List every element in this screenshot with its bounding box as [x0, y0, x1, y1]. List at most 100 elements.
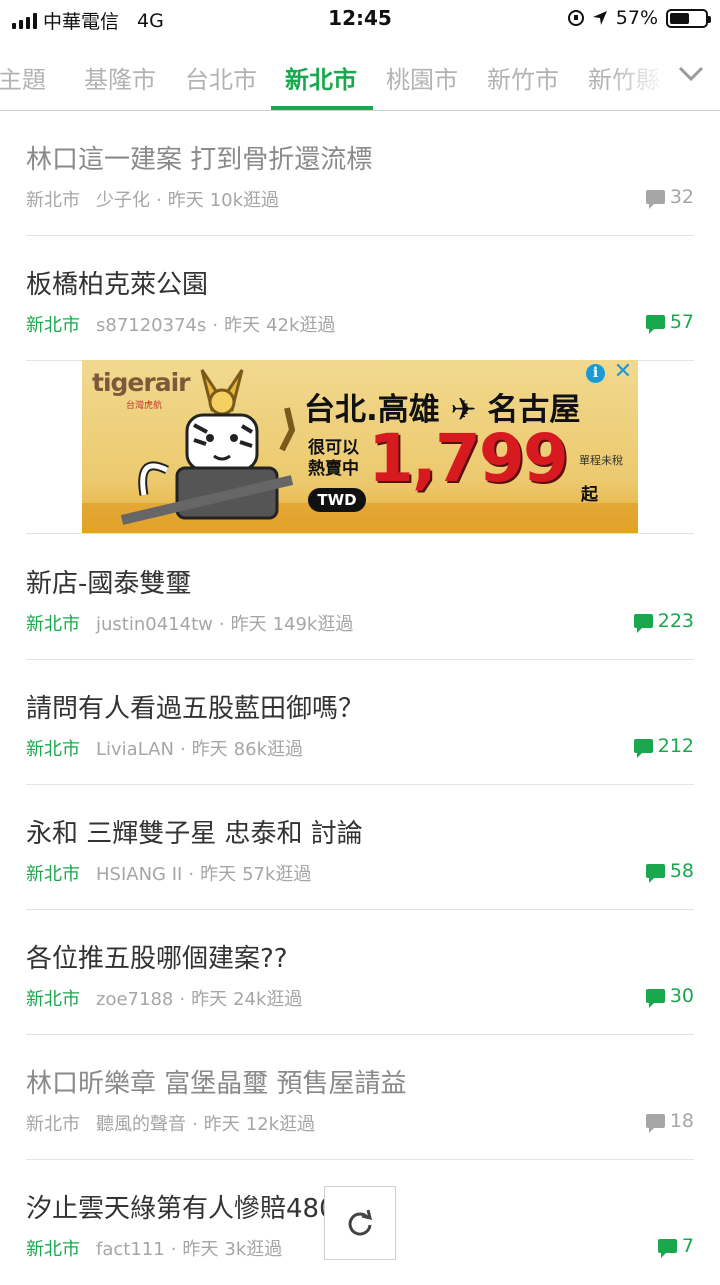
- close-icon[interactable]: ✕: [612, 361, 634, 383]
- post-item[interactable]: 林口昕樂章 富堡晶璽 預售屋請益 新北市 聽風的聲音 · 昨天 12k逛過 18: [26, 1035, 694, 1160]
- ad-currency-badge: TWD: [308, 488, 366, 512]
- comment-count-value: 58: [669, 860, 694, 882]
- post-title: 請問有人看過五股藍田御嗎？: [26, 694, 365, 724]
- comment-icon: [645, 864, 665, 883]
- meta-separator: ·: [188, 864, 195, 885]
- refresh-button[interactable]: [324, 1186, 396, 1260]
- post-views: 149k逛過: [272, 614, 354, 635]
- post-region: 新北市: [26, 190, 80, 211]
- meta-separator: ·: [170, 1239, 177, 1260]
- battery-icon: [666, 8, 711, 28]
- carrier-name: 中華電信: [43, 11, 120, 33]
- post-region: 新北市: [26, 1114, 80, 1135]
- meta-separator: ·: [156, 190, 162, 211]
- post-region: 新北市: [26, 739, 80, 760]
- post-item[interactable]: 請問有人看過五股藍田御嗎？ 新北市 LiviaLAN · 昨天 86k逛過 212: [26, 660, 694, 785]
- comment-icon: [645, 989, 665, 1008]
- comment-count: 7: [657, 1235, 694, 1258]
- post-item[interactable]: 新店-國泰雙璽 新北市 justin0414tw · 昨天 149k逛過 223: [26, 535, 694, 660]
- comment-icon: [633, 739, 653, 758]
- comment-count: 58: [645, 860, 694, 883]
- ad-banner[interactable]: tigerair 台灣虎航 台北.高雄 ✈ 名古屋 很可以 熱賣中 TWD 1,7…: [82, 360, 638, 533]
- comment-count-value: 32: [669, 186, 694, 208]
- network-type: 4G: [137, 9, 164, 32]
- signal-icon: [12, 12, 37, 29]
- tab-new-taipei[interactable]: 新北市: [285, 60, 357, 95]
- post-region: 新北市: [26, 864, 80, 885]
- comment-icon: [645, 315, 665, 334]
- comment-count-value: 57: [669, 311, 694, 333]
- post-meta: 新北市 LiviaLAN · 昨天 86k逛過: [26, 735, 303, 761]
- comment-count: 223: [633, 610, 694, 633]
- post-meta: 新北市 HSIANG II · 昨天 57k逛過: [26, 860, 311, 886]
- active-tab-indicator: [271, 106, 373, 110]
- ad-price: 1,799: [368, 420, 569, 497]
- post-item[interactable]: 各位推五股哪個建案?? 新北市 zoe7188 · 昨天 24k逛過 30: [26, 910, 694, 1035]
- info-icon[interactable]: i: [586, 364, 605, 383]
- post-region: 新北市: [26, 614, 80, 635]
- meta-separator: ·: [212, 315, 219, 336]
- post-views: 24k逛過: [233, 989, 303, 1010]
- ad-brand-logo: tigerair: [92, 368, 190, 397]
- post-title: 林口這一建案 打到骨折還流標: [26, 145, 373, 175]
- post-meta: 新北市 fact111 · 昨天 3k逛過: [26, 1235, 282, 1261]
- refresh-icon: [348, 1209, 373, 1236]
- post-author: HSIANG II: [96, 864, 183, 885]
- comment-count: 18: [645, 1110, 694, 1133]
- post-views: 42k逛過: [266, 315, 336, 336]
- post-time: 昨天: [182, 1239, 219, 1260]
- post-item[interactable]: 板橋柏克萊公園 新北市 s87120374s · 昨天 42k逛過 57: [26, 236, 694, 361]
- comment-count-value: 18: [669, 1110, 694, 1132]
- tab-taipei[interactable]: 台北市: [185, 60, 257, 95]
- battery-percent: 57%: [615, 7, 658, 29]
- comment-icon: [645, 190, 665, 209]
- post-item[interactable]: 林口這一建案 打到骨折還流標 新北市 少子化 · 昨天 10k逛過 32: [26, 111, 694, 236]
- post-author: 少子化: [96, 190, 150, 211]
- post-region: 新北市: [26, 989, 80, 1010]
- post-author: LiviaLAN: [96, 739, 174, 760]
- post-time: 昨天: [167, 190, 204, 211]
- comment-count: 212: [633, 735, 694, 758]
- more-tabs-button[interactable]: [662, 38, 720, 110]
- post-region: 新北市: [26, 315, 80, 336]
- post-views: 3k逛過: [224, 1239, 283, 1260]
- post-views: 86k逛過: [233, 739, 303, 760]
- tab-taoyuan[interactable]: 桃園市: [386, 60, 458, 95]
- ad-promo-line2: 熱賣中: [308, 459, 359, 479]
- post-time: 昨天: [203, 1114, 240, 1135]
- post-title: 永和 三輝雙子星 忠泰和 討論: [26, 819, 363, 849]
- post-time: 昨天: [200, 864, 237, 885]
- ad-promo-line1: 很可以: [308, 438, 359, 458]
- comment-count-value: 30: [669, 985, 694, 1007]
- comment-count: 32: [645, 186, 694, 209]
- post-meta: 新北市 s87120374s · 昨天 42k逛過: [26, 311, 335, 337]
- location-arrow-icon: [592, 11, 607, 25]
- post-title: 林口昕樂章 富堡晶璽 預售屋請益: [26, 1069, 407, 1099]
- meta-separator: ·: [192, 1114, 198, 1135]
- ad-promo: 很可以 熱賣中: [308, 438, 359, 480]
- comment-icon: [657, 1239, 677, 1258]
- tab-hsinchu-city[interactable]: 新竹市: [487, 60, 559, 95]
- post-item[interactable]: 永和 三輝雙子星 忠泰和 討論 新北市 HSIANG II · 昨天 57k逛過 58: [26, 785, 694, 910]
- post-meta: 新北市 justin0414tw · 昨天 149k逛過: [26, 610, 353, 636]
- post-views: 57k逛過: [242, 864, 312, 885]
- ad-fare-note: 單程未稅: [579, 454, 623, 467]
- comment-count-value: 223: [657, 610, 694, 632]
- post-title: 汐止雲天綠第有人慘賠480萬: [26, 1194, 362, 1224]
- post-author: fact111: [96, 1239, 165, 1260]
- tab-fade: [608, 38, 668, 110]
- post-views: 10k逛過: [209, 190, 280, 211]
- post-meta: 新北市 少子化 · 昨天 10k逛過: [26, 186, 279, 212]
- post-author: 聽風的聲音: [96, 1114, 186, 1135]
- tab-keelung[interactable]: 基隆市: [84, 60, 156, 95]
- post-time: 昨天: [191, 739, 228, 760]
- post-title: 板橋柏克萊公園: [26, 270, 209, 300]
- chevron-down-icon: [678, 66, 704, 82]
- post-region: 新北市: [26, 1239, 80, 1260]
- comment-count-value: 212: [657, 735, 694, 757]
- tab-topics[interactable]: 主題: [0, 60, 46, 95]
- comment-count: 57: [645, 311, 694, 334]
- comment-icon: [633, 614, 653, 633]
- comment-count: 30: [645, 985, 694, 1008]
- region-tab-bar: 主題 基隆市 台北市 新北市 桃園市 新竹市 新竹縣: [0, 38, 720, 111]
